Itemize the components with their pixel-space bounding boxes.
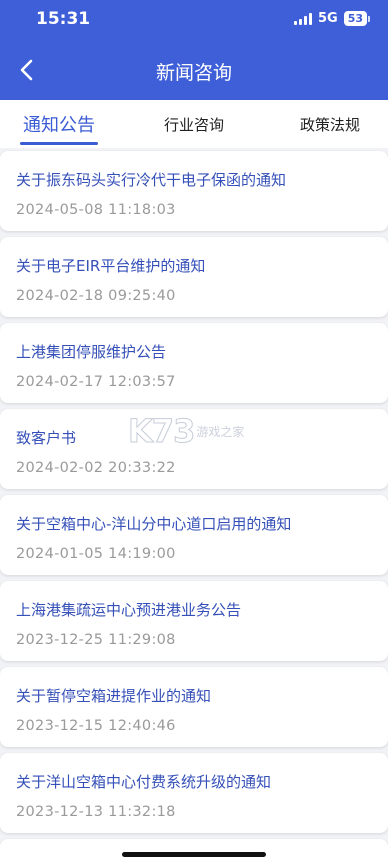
list-item[interactable]: 关于电子EIR平台维护的通知 2024-02-18 09:25:40 (0, 237, 388, 317)
list-item[interactable]: 关于洋山空箱中心付费系统升级的通知 2023-12-13 11:32:18 (0, 753, 388, 833)
item-title: 上海港集疏运中心预进港业务公告 (16, 601, 242, 619)
home-indicator (122, 852, 266, 857)
item-time: 2023-12-25 11:29:08 (16, 632, 176, 648)
signal-icon (293, 12, 312, 25)
battery-level: 53 (343, 11, 367, 26)
item-time: 2023-12-15 12:40:46 (16, 718, 176, 734)
app-header: 15:31 5G 53 新闻咨询 (0, 0, 388, 100)
status-time: 15:31 (36, 9, 91, 29)
battery-icon: 53 (343, 11, 370, 26)
list-item[interactable]: 上海港集疏运中心预进港业务公告 2023-12-25 11:29:08 (0, 581, 388, 661)
list-item[interactable]: 致客户书 2024-02-02 20:33:22 (0, 409, 388, 489)
list-item[interactable]: 上港集团停服维护公告 2024-02-17 12:03:57 (0, 323, 388, 403)
active-tab-indicator (20, 142, 98, 145)
item-title: 上港集团停服维护公告 (16, 343, 167, 361)
list-item[interactable]: 关于振东码头实行冷代干电子保函的通知 2024-05-08 11:18:03 (0, 151, 388, 231)
tab-industry-news[interactable]: 行业咨询 (146, 100, 242, 148)
tab-notices[interactable]: 通知公告 (8, 100, 110, 148)
page-title: 新闻咨询 (155, 62, 232, 84)
item-time: 2023-12-13 11:32:18 (16, 804, 176, 820)
item-title: 致客户书 (16, 429, 77, 447)
item-title: 关于振东码头实行冷代干电子保函的通知 (16, 171, 287, 189)
list-item[interactable]: 关于暂停空箱进提作业的通知 2023-12-15 12:40:46 (0, 667, 388, 747)
item-time: 2024-01-05 14:19:00 (16, 546, 176, 562)
network-type: 5G (317, 11, 338, 26)
item-title: 关于电子EIR平台维护的通知 (16, 257, 206, 275)
tab-bar: 通知公告 行业咨询 政策法规 (0, 100, 388, 148)
item-time: 2024-05-08 11:18:03 (16, 202, 176, 218)
status-indicators: 5G 53 (293, 11, 370, 26)
item-time: 2024-02-02 20:33:22 (16, 460, 176, 476)
item-title: 关于空箱中心-洋山分中心道口启用的通知 (16, 515, 292, 533)
item-time: 2024-02-17 12:03:57 (16, 374, 176, 390)
status-bar: 15:31 5G 53 (0, 0, 388, 40)
item-time: 2024-02-18 09:25:40 (16, 288, 176, 304)
item-title: 关于暂停空箱进提作业的通知 (16, 687, 212, 705)
list-item[interactable]: 关于空箱中心-洋山分中心道口启用的通知 2024-01-05 14:19:00 (0, 495, 388, 575)
tab-policies[interactable]: 政策法规 (282, 100, 378, 148)
item-title: 关于洋山空箱中心付费系统升级的通知 (16, 773, 272, 791)
nav-bar: 新闻咨询 (0, 48, 388, 92)
